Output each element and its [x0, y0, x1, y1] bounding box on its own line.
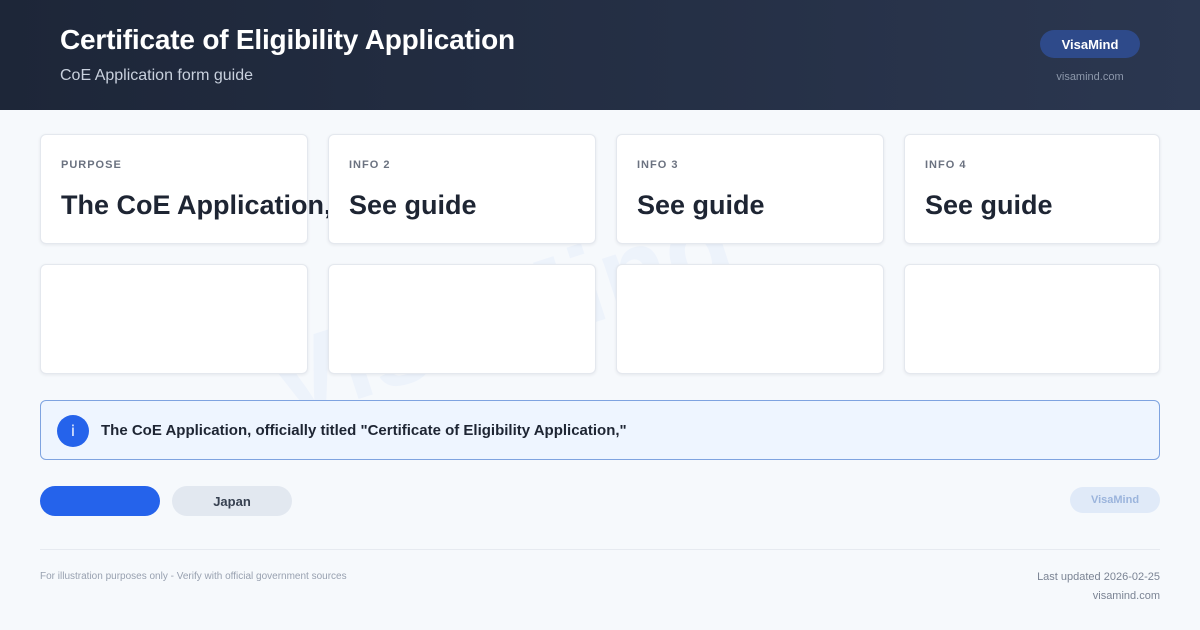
card-value: See guide: [637, 190, 765, 220]
card-empty-2: [328, 264, 596, 374]
footer-disclaimer: For illustration purposes only - Verify …: [40, 571, 347, 582]
primary-action-button[interactable]: [40, 486, 160, 516]
brand-url: visamind.com: [1056, 71, 1124, 83]
card-label: PURPOSE: [61, 159, 122, 171]
last-updated: Last updated 2026-02-25: [1037, 571, 1160, 583]
card-label: INFO 3: [637, 159, 679, 171]
info-icon: i: [57, 415, 89, 447]
card-value: The CoE Application,: [61, 190, 329, 220]
card-empty-3: [616, 264, 884, 374]
country-tag-button[interactable]: Japan: [172, 486, 292, 516]
card-label: INFO 2: [349, 159, 391, 171]
header-banner: Certificate of Eligibility Application C…: [0, 0, 1200, 110]
card-purpose: PURPOSE The CoE Application,: [40, 134, 329, 244]
card-info-4: INFO 4 See guide: [904, 134, 1160, 244]
page-title: Certificate of Eligibility Application: [60, 24, 515, 55]
card-empty-1: [40, 264, 308, 374]
card-label: INFO 4: [925, 159, 967, 171]
brand-pill-small[interactable]: VisaMind: [1070, 487, 1160, 513]
card-info-3: INFO 3 See guide: [616, 134, 884, 244]
page-subtitle: CoE Application form guide: [60, 67, 253, 84]
card-info-2: INFO 2 See guide: [328, 134, 596, 244]
info-callout: i The CoE Application, officially titled…: [40, 400, 1160, 460]
card-value: See guide: [349, 190, 477, 220]
info-text: The CoE Application, officially titled "…: [101, 422, 627, 439]
card-value: See guide: [925, 190, 1053, 220]
brand-badge[interactable]: VisaMind: [1040, 30, 1140, 58]
footer-url[interactable]: visamind.com: [1093, 590, 1160, 602]
footer-divider: [40, 549, 1160, 550]
card-empty-4: [904, 264, 1160, 374]
